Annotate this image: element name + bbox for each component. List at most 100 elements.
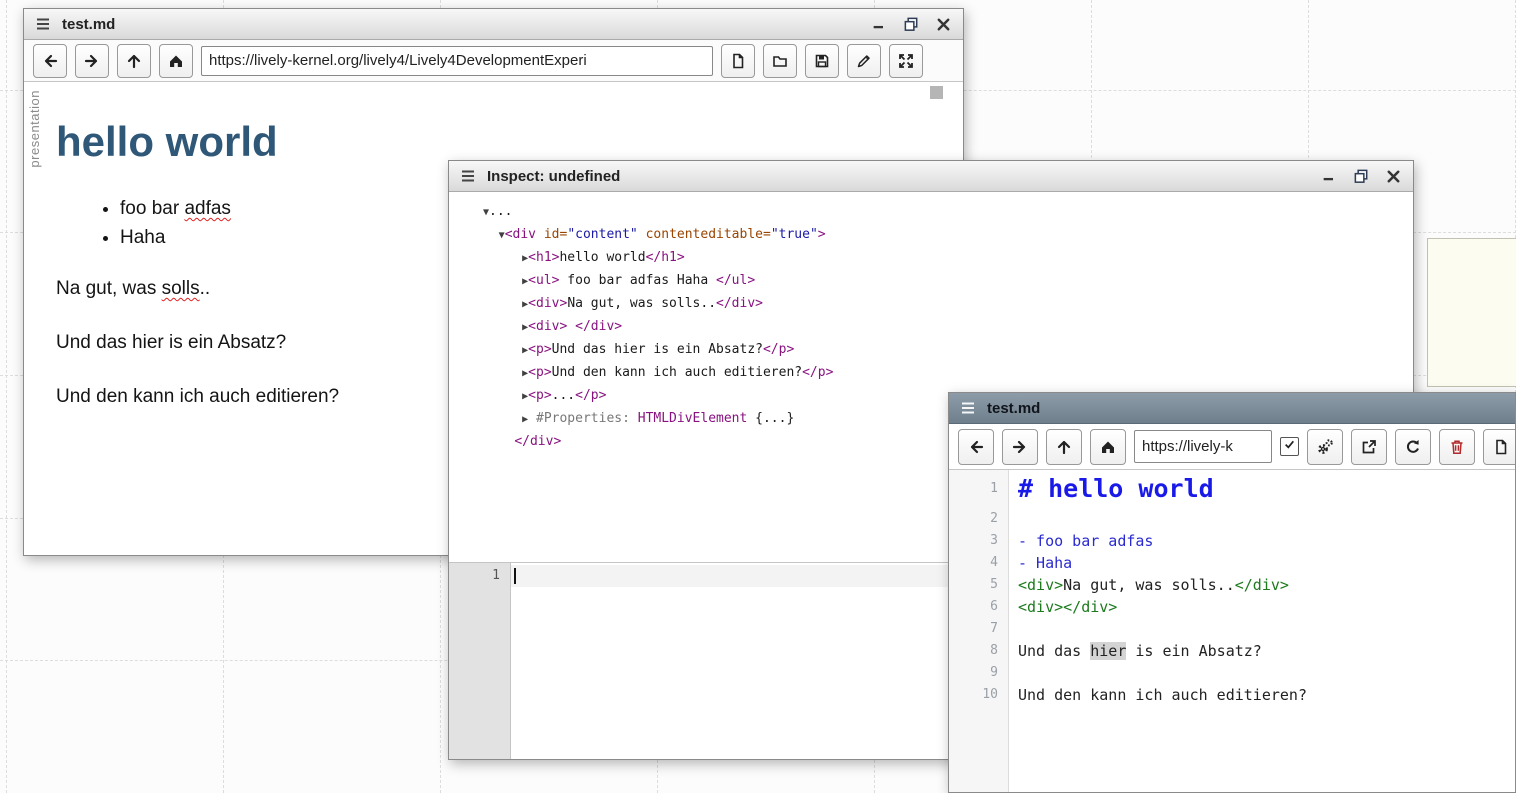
code-line[interactable]: 7 xyxy=(949,618,1515,640)
save-icon xyxy=(813,52,831,70)
maximize-icon[interactable] xyxy=(901,14,921,34)
text-segment: Und das hier is ein Absatz? xyxy=(56,332,286,353)
text-segment: solls xyxy=(162,278,200,299)
text-segment xyxy=(483,319,522,334)
home-button[interactable] xyxy=(1090,429,1126,465)
minimize-icon[interactable] xyxy=(869,14,889,34)
dom-tree-node[interactable]: ▶<h1>hello world</h1> xyxy=(483,247,1413,270)
text-cursor xyxy=(514,568,516,584)
dom-tree-node[interactable]: ▶<div> </div> xyxy=(483,316,1413,339)
text-segment xyxy=(483,342,522,357)
dom-tree-node[interactable]: ▶<ul> foo bar adfas Haha </ul> xyxy=(483,270,1413,293)
titlebar: test.md xyxy=(24,9,963,40)
dom-tree-node[interactable]: ▶<div>Na gut, was solls..</div> xyxy=(483,293,1413,316)
toolbar-checkbox[interactable] xyxy=(1280,437,1299,456)
text-segment xyxy=(483,434,514,449)
save-button[interactable] xyxy=(805,44,839,78)
back-icon xyxy=(967,438,985,456)
text-segment xyxy=(483,365,522,380)
text-segment: .. xyxy=(200,278,211,299)
external-link-button[interactable] xyxy=(1351,429,1387,465)
text-segment: Na gut, was xyxy=(56,278,162,299)
line-content: - foo bar adfas xyxy=(1009,530,1515,552)
code-line[interactable]: 3- foo bar adfas xyxy=(949,530,1515,552)
text-segment: is ein Absatz? xyxy=(1126,642,1261,660)
code-line[interactable]: 8 Und das hier is ein Absatz? xyxy=(949,640,1515,662)
menu-icon[interactable] xyxy=(959,399,977,417)
up-button[interactable] xyxy=(1046,429,1082,465)
code-line[interactable]: 5<div>Na gut, was solls..</div> xyxy=(949,574,1515,596)
background-panel xyxy=(1427,238,1516,387)
close-icon[interactable] xyxy=(1383,166,1403,186)
dom-tree-node[interactable]: ▶<p>Und den kann ich auch editieren?</p> xyxy=(483,362,1413,385)
text-segment: Haha xyxy=(120,227,165,248)
text-segment: foo bar xyxy=(120,198,184,219)
window-title: test.md xyxy=(62,16,115,33)
code-line[interactable]: 4- Haha xyxy=(949,552,1515,574)
text-segment: hier xyxy=(1090,642,1126,660)
code-line[interactable]: 2 xyxy=(949,508,1515,530)
maximize-icon[interactable] xyxy=(1351,166,1371,186)
menu-icon[interactable] xyxy=(459,167,477,185)
text-segment xyxy=(483,411,522,426)
menu-icon[interactable] xyxy=(34,15,52,33)
back-button[interactable] xyxy=(33,44,67,78)
home-icon xyxy=(167,52,185,70)
new-file-button[interactable] xyxy=(721,44,755,78)
text-segment: <ul> xyxy=(528,273,559,288)
edit-icon xyxy=(855,52,873,70)
text-segment: Und das xyxy=(1018,642,1090,660)
back-button[interactable] xyxy=(958,429,994,465)
code-line[interactable]: 1# hello world xyxy=(949,470,1515,508)
gears-button[interactable] xyxy=(1307,429,1343,465)
line-number: 2 xyxy=(949,508,1009,530)
gears-icon xyxy=(1316,438,1334,456)
text-segment: <div> xyxy=(528,319,567,334)
up-button[interactable] xyxy=(117,44,151,78)
text-segment: </ul> xyxy=(716,273,755,288)
line-number: 1 xyxy=(492,568,500,583)
titlebar: test.md xyxy=(949,393,1515,424)
trash-button[interactable] xyxy=(1439,429,1475,465)
line-number: 9 xyxy=(949,662,1009,684)
line-content xyxy=(1009,508,1515,530)
refresh-button[interactable] xyxy=(1395,429,1431,465)
edit-button[interactable] xyxy=(847,44,881,78)
dom-tree-node[interactable]: ▼<div id="content" contenteditable="true… xyxy=(483,224,1413,247)
text-segment: <p> xyxy=(528,365,551,380)
text-segment xyxy=(528,411,536,426)
new-file-icon xyxy=(1492,438,1510,456)
text-segment xyxy=(630,411,638,426)
text-segment: Und den kann ich auch editieren? xyxy=(552,365,802,380)
home-button[interactable] xyxy=(159,44,193,78)
presentation-label: presentation xyxy=(27,90,42,168)
resize-handle[interactable] xyxy=(930,86,943,99)
line-number: 8 xyxy=(949,640,1009,662)
url-input[interactable] xyxy=(1134,430,1272,463)
window-markdown-editor: test.md 1# hello world23- foo bar adfas4… xyxy=(948,392,1516,793)
minimize-icon[interactable] xyxy=(1319,166,1339,186)
text-segment: <div></div> xyxy=(1018,598,1117,616)
new-file-button[interactable] xyxy=(1483,429,1516,465)
forward-button[interactable] xyxy=(1002,429,1038,465)
text-segment: </div> xyxy=(514,434,561,449)
action-button-group xyxy=(721,44,923,78)
line-number-gutter: 1 xyxy=(449,563,511,759)
expand-button[interactable] xyxy=(889,44,923,78)
close-icon[interactable] xyxy=(933,14,953,34)
text-segment: "true" xyxy=(771,227,818,242)
code-line[interactable]: 9 xyxy=(949,662,1515,684)
dom-tree-node[interactable]: ▶<p>Und das hier is ein Absatz?</p> xyxy=(483,339,1413,362)
dom-tree-node[interactable]: ▼... xyxy=(483,201,1413,224)
folder-icon xyxy=(771,52,789,70)
text-segment: </p> xyxy=(575,388,606,403)
line-content: Und den kann ich auch editieren? xyxy=(1009,684,1515,706)
forward-button[interactable] xyxy=(75,44,109,78)
folder-button[interactable] xyxy=(763,44,797,78)
url-input[interactable] xyxy=(201,46,713,76)
code-line[interactable]: 6<div></div> xyxy=(949,596,1515,618)
new-file-icon xyxy=(729,52,747,70)
code-editor[interactable]: 1# hello world23- foo bar adfas4- Haha5<… xyxy=(949,470,1515,792)
text-segment: <p> xyxy=(528,388,551,403)
code-line[interactable]: 10Und den kann ich auch editieren? xyxy=(949,684,1515,706)
